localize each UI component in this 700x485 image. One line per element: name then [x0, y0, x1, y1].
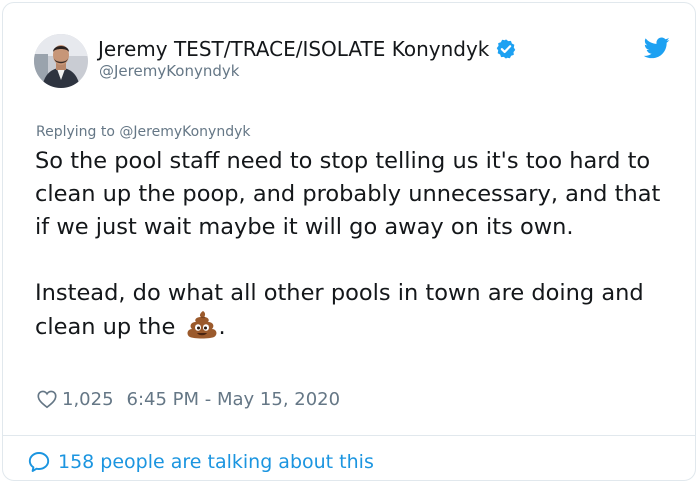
author-handle[interactable]: @JeremyKonyndyk	[99, 62, 239, 80]
conversation-link-label[interactable]: 158 people are talking about this	[58, 451, 374, 473]
tweet-timestamp[interactable]: 6:45 PM - May 15, 2020	[127, 389, 341, 410]
tweet-meta: 1,025 6:45 PM - May 15, 2020	[36, 388, 340, 410]
replying-to-mention[interactable]: @JeremyKonyndyk	[119, 124, 250, 140]
replying-to-label: Replying to	[36, 124, 120, 140]
tweet-text: So the pool staff need to stop telling u…	[35, 145, 675, 344]
avatar-image	[34, 34, 88, 88]
conversation-link[interactable]: 158 people are talking about this	[27, 450, 374, 474]
author-display-name[interactable]: Jeremy TEST/TRACE/ISOLATE Konyndyk	[98, 37, 489, 61]
tweet-paragraph-2: Instead, do what all other pools in town…	[35, 277, 675, 344]
like-count[interactable]: 1,025	[62, 389, 114, 410]
twitter-bird-icon[interactable]	[644, 35, 670, 61]
pile-of-poo-emoji	[187, 311, 217, 339]
verified-badge-icon	[497, 39, 516, 59]
tweet-paragraph-1: So the pool staff need to stop telling u…	[35, 148, 661, 240]
tweet-paragraph-2-end: .	[218, 314, 226, 340]
heart-icon[interactable]	[36, 388, 58, 410]
replying-to-line: Replying to @JeremyKonyndyk	[36, 124, 250, 141]
speech-bubble-icon	[28, 452, 50, 472]
author-name-row[interactable]: Jeremy TEST/TRACE/ISOLATE Konyndyk	[98, 37, 517, 61]
divider	[3, 435, 695, 436]
avatar[interactable]	[34, 34, 88, 88]
tweet-card: Jeremy TEST/TRACE/ISOLATE Konyndyk @Jere…	[2, 2, 696, 481]
tweet-paragraph-2-text: Instead, do what all other pools in town…	[35, 280, 644, 340]
